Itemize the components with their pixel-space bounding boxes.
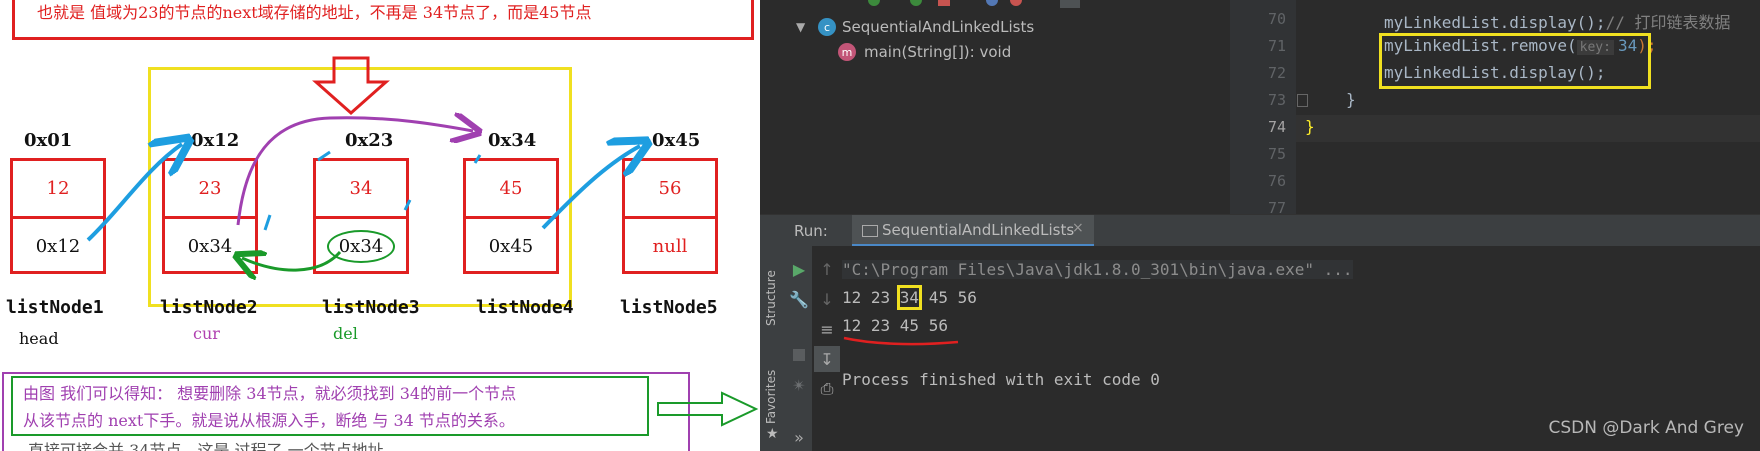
console-command: "C:\Program Files\Java\jdk1.8.0_301\bin\… bbox=[842, 260, 1353, 279]
console-line-1: 12 23 34 45 56 bbox=[842, 285, 977, 310]
stop-icon[interactable] bbox=[786, 342, 812, 368]
run-tab-icon bbox=[862, 225, 878, 237]
arrow-node2-bypass bbox=[236, 118, 473, 226]
console-line-2: 12 23 45 56 bbox=[842, 316, 948, 335]
code-highlight-box bbox=[1379, 33, 1651, 89]
down-arrow-icon[interactable]: ↓ bbox=[814, 286, 840, 312]
fold-marker-icon[interactable] bbox=[1297, 94, 1308, 107]
current-line-highlight bbox=[1296, 115, 1760, 142]
code-line-73: } bbox=[1346, 90, 1356, 109]
run-tab[interactable]: SequentialAndLinkedLists × bbox=[852, 215, 1094, 247]
arrow-del-back bbox=[242, 252, 342, 270]
arrow-node1-to-node2 bbox=[86, 144, 182, 242]
bottom-note-box: 由图 我们可以得知： 想要删除 34节点，就必须找到 34的前一个节点 从该节点… bbox=[11, 376, 649, 436]
toolbar-icon[interactable] bbox=[868, 0, 880, 6]
toolbar-icon[interactable] bbox=[910, 0, 922, 6]
toolbar-icon[interactable] bbox=[938, 0, 950, 6]
favorites-side-tab[interactable]: Favorites bbox=[764, 352, 782, 424]
ide-window: ▼ c SequentialAndLinkedLists m main(Stri… bbox=[760, 0, 1760, 451]
right-arrow-icon bbox=[657, 391, 759, 427]
toolbar-icon[interactable] bbox=[986, 0, 998, 6]
toolbar-icon[interactable] bbox=[1010, 0, 1022, 6]
line-number: 71 bbox=[1267, 37, 1286, 55]
tree-class-name[interactable]: SequentialAndLinkedLists bbox=[842, 18, 1034, 36]
run-label: Run: bbox=[794, 222, 828, 240]
toolbar-icon[interactable] bbox=[1060, 0, 1080, 8]
line-number: 73 bbox=[1267, 91, 1286, 109]
red-underline bbox=[843, 336, 959, 346]
up-arrow-icon[interactable]: ↑ bbox=[814, 256, 840, 282]
line-number: 70 bbox=[1267, 10, 1286, 28]
arrow-node4-to-node5 bbox=[541, 146, 640, 230]
code-line-74: } bbox=[1305, 117, 1315, 136]
bottom-note-line3: 直接可接合并 34节点，这是 过程了 一个节点地址 bbox=[28, 441, 384, 451]
line-number: 76 bbox=[1267, 172, 1286, 190]
class-icon: c bbox=[818, 18, 836, 36]
bottom-note-line2: 从该节点的 next下手。就是说从根源入手，断绝 与 34 节点的关系。 bbox=[23, 411, 515, 430]
run-toolbar: ▶ 🔧 ✴ » bbox=[786, 246, 812, 451]
print-icon[interactable]: ⎙ bbox=[814, 376, 840, 402]
structure-panel: ▼ c SequentialAndLinkedLists m main(Stri… bbox=[760, 12, 1230, 214]
watermark: CSDN @Dark And Grey bbox=[1548, 418, 1744, 438]
run-header: Run: SequentialAndLinkedLists × bbox=[760, 214, 1760, 247]
line-number: 75 bbox=[1267, 145, 1286, 163]
method-icon: m bbox=[838, 43, 856, 61]
toolbar-strip bbox=[760, 0, 1160, 12]
arrow-node3-to-node4-blue bbox=[403, 199, 412, 211]
rerun-icon[interactable]: ▶ bbox=[786, 256, 812, 282]
run-toolbar-2: ↑ ↓ ≡ ↧ ⎙ bbox=[812, 246, 842, 451]
close-tab-icon[interactable]: × bbox=[1072, 220, 1084, 236]
console-exit: Process finished with exit code 0 bbox=[842, 370, 1160, 389]
scroll-to-end-icon[interactable]: ↧ bbox=[814, 346, 840, 372]
wrench-icon[interactable]: 🔧 bbox=[786, 286, 812, 312]
code-line-70: myLinkedList.display();// 打印链表数据 bbox=[1384, 13, 1731, 32]
side-tool-strip: Structure Favorites ★ bbox=[760, 246, 787, 451]
line-number: 72 bbox=[1267, 64, 1286, 82]
chevron-down-icon[interactable]: ▼ bbox=[796, 20, 805, 34]
bottom-note-line1: 由图 我们可以得知： 想要删除 34节点，就必须找到 34的前一个节点 bbox=[23, 384, 517, 403]
star-icon: ★ bbox=[766, 426, 779, 442]
tree-method[interactable]: main(String[]): void bbox=[864, 43, 1011, 61]
soft-wrap-icon[interactable]: ≡ bbox=[814, 316, 840, 342]
more-icon[interactable]: » bbox=[786, 424, 812, 450]
linked-list-diagram: 也就是 值域为23的节点的next域存储的地址，不再是 34节点了，而是45节点… bbox=[0, 0, 760, 451]
run-tab-label: SequentialAndLinkedLists bbox=[882, 221, 1075, 239]
structure-side-tab[interactable]: Structure bbox=[764, 254, 782, 326]
line-number: 74 bbox=[1267, 118, 1286, 136]
debug-icon[interactable]: ✴ bbox=[786, 372, 812, 398]
